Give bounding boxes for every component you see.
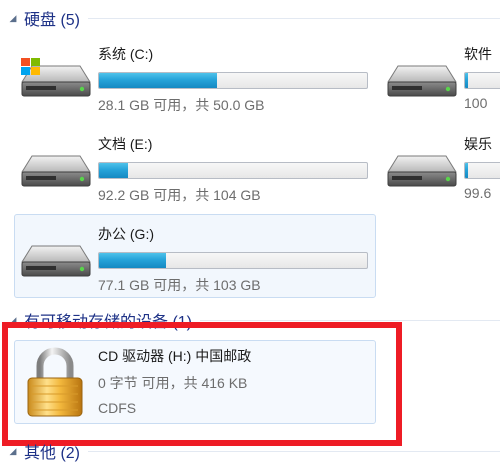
drive-space-info: 28.1 GB 可用，共 50.0 GB <box>98 97 265 113</box>
group-title: 有可移动存储的设备 (1) <box>24 314 193 331</box>
drive-usage-bar <box>98 72 368 89</box>
group-title: 硬盘 (5) <box>24 12 81 29</box>
system-hard-drive-icon <box>21 58 91 97</box>
group-divider <box>88 17 500 19</box>
cd-drive-space-info: 0 字节 可用，共 416 KB <box>98 375 248 391</box>
drive-usage-fill <box>99 253 166 268</box>
group-header-hard-disks[interactable]: ◢ 硬盘 (5) <box>0 8 500 29</box>
drive-space-info: 100 <box>464 95 488 111</box>
drive-usage-fill <box>99 73 217 88</box>
drive-usage-fill <box>99 163 129 178</box>
hard-drive-icon <box>21 245 91 277</box>
cd-drive-filesystem: CDFS <box>98 400 137 416</box>
drive-space-info: 92.2 GB 可用，共 104 GB <box>98 187 261 203</box>
hard-drive-icon <box>387 65 457 97</box>
cd-drive-name: CD 驱动器 (H:) 中国邮政 <box>98 348 252 364</box>
drive-space-info: 99.6 <box>464 185 492 201</box>
group-header-other[interactable]: ◢ 其他 (2) <box>0 441 500 462</box>
drive-name: 软件 <box>464 46 492 62</box>
drive-name: 办公 (G:) <box>98 226 154 242</box>
drive-usage-bar <box>464 72 500 89</box>
hard-drive-icon <box>387 155 457 187</box>
chevron-down-icon[interactable]: ◢ <box>6 315 20 326</box>
drive-usage-fill <box>465 163 468 178</box>
drive-name: 娱乐 <box>464 136 492 152</box>
lock-icon <box>27 347 83 417</box>
group-divider <box>88 450 500 452</box>
drive-usage-bar <box>98 162 368 179</box>
group-title: 其他 (2) <box>24 445 81 462</box>
chevron-down-icon[interactable]: ◢ <box>6 13 20 24</box>
chevron-down-icon[interactable]: ◢ <box>6 446 20 457</box>
drive-usage-bar <box>464 162 500 179</box>
drive-space-info: 77.1 GB 可用，共 103 GB <box>98 277 261 293</box>
drive-name: 系统 (C:) <box>98 46 154 62</box>
hard-drive-icon <box>21 155 91 187</box>
drive-usage-fill <box>465 73 468 88</box>
drive-usage-bar <box>98 252 368 269</box>
group-header-removable[interactable]: ◢ 有可移动存储的设备 (1) <box>0 310 500 331</box>
drive-name: 文档 (E:) <box>98 136 153 152</box>
group-divider <box>200 319 500 321</box>
